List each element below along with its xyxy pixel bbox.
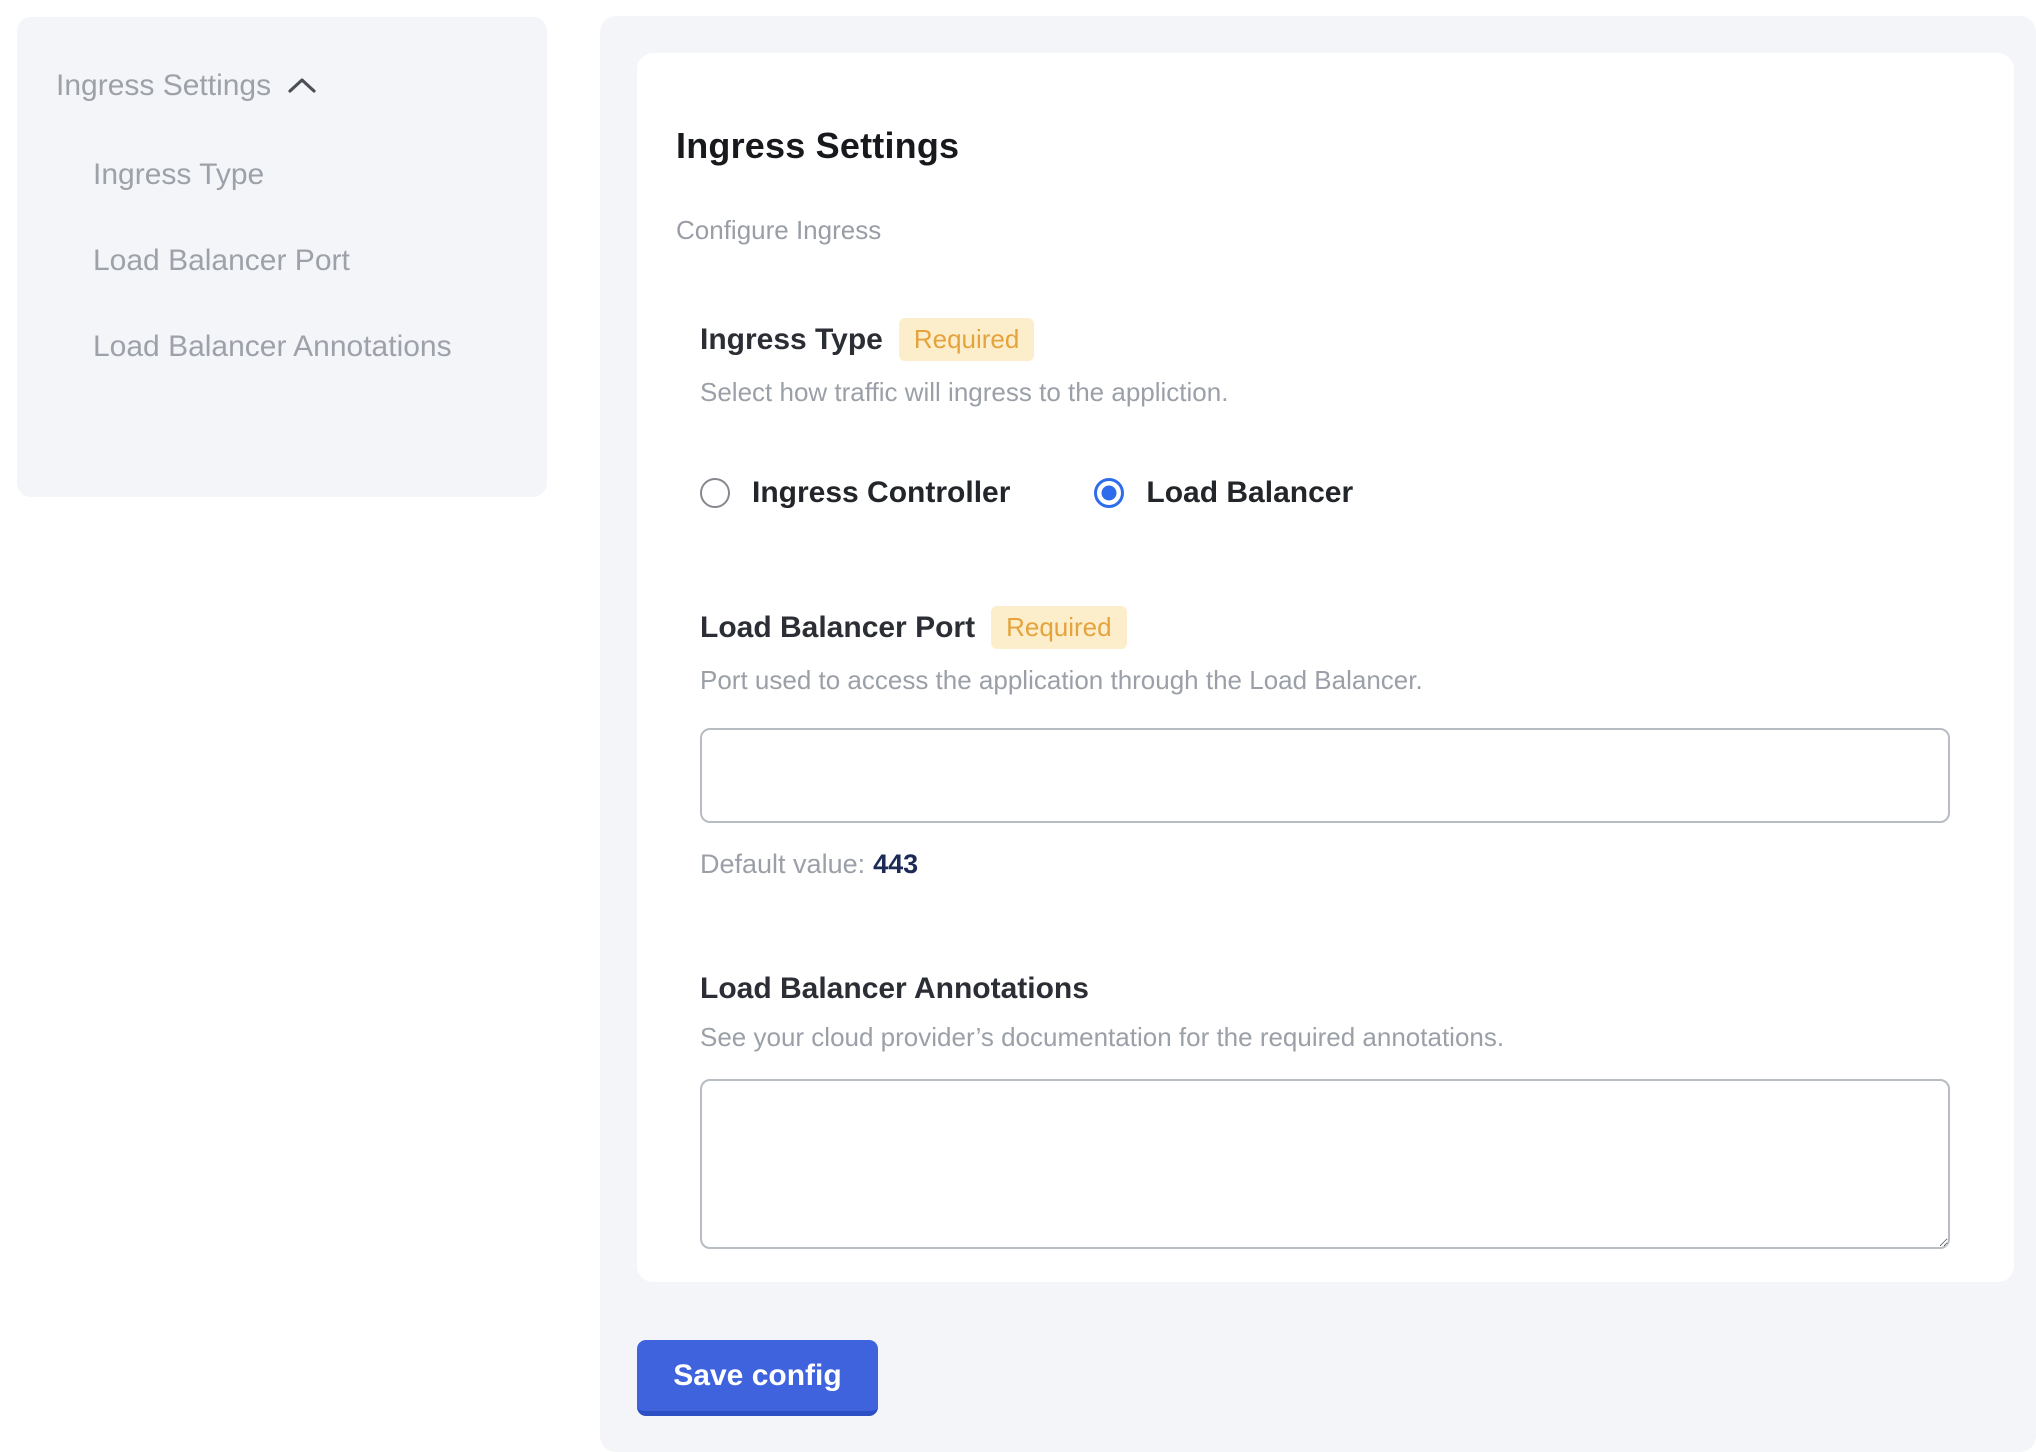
lb-annotations-label: Load Balancer Annotations	[700, 972, 1089, 1006]
lb-port-label: Load Balancer Port	[700, 611, 975, 645]
radio-ingress-controller-label: Ingress Controller	[752, 476, 1010, 510]
lb-port-description: Port used to access the application thro…	[700, 665, 1950, 696]
radio-checked-icon[interactable]	[1094, 478, 1124, 508]
ingress-settings-card: Ingress Settings Configure Ingress Ingre…	[637, 53, 2014, 1282]
fields-container: Ingress Type Required Select how traffic…	[700, 318, 1950, 1249]
ingress-type-label: Ingress Type	[700, 323, 883, 357]
save-config-button[interactable]: Save config	[637, 1340, 878, 1416]
sidebar-item-ingress-settings[interactable]: Ingress Settings	[56, 69, 517, 103]
chevron-up-icon[interactable]	[287, 76, 317, 96]
radio-ingress-controller[interactable]: Ingress Controller	[700, 476, 1010, 510]
radio-load-balancer-label: Load Balancer	[1146, 476, 1353, 510]
lb-port-label-row: Load Balancer Port Required	[700, 606, 1950, 649]
radio-load-balancer[interactable]: Load Balancer	[1094, 476, 1353, 510]
ingress-type-radio-group: Ingress Controller Load Balancer	[700, 476, 1950, 510]
default-value: 443	[873, 849, 918, 879]
field-load-balancer-annotations: Load Balancer Annotations See your cloud…	[700, 972, 1950, 1249]
sidebar-parent-label: Ingress Settings	[56, 69, 271, 103]
settings-panel: Ingress Settings Configure Ingress Ingre…	[600, 16, 2036, 1452]
lb-port-default-line: Default value: 443	[700, 849, 1950, 880]
radio-unchecked-icon[interactable]	[700, 478, 730, 508]
default-value-label: Default value:	[700, 849, 865, 879]
page: Ingress Settings Ingress Type Load Balan…	[0, 0, 2036, 1452]
required-badge: Required	[899, 318, 1035, 361]
page-title: Ingress Settings	[676, 125, 1950, 167]
sidebar-item-load-balancer-annotations[interactable]: Load Balancer Annotations	[93, 317, 463, 377]
sidebar-sub-list: Ingress Type Load Balancer Port Load Bal…	[93, 145, 517, 377]
page-subtitle: Configure Ingress	[676, 215, 1950, 246]
lb-annotations-label-row: Load Balancer Annotations	[700, 972, 1950, 1006]
field-load-balancer-port: Load Balancer Port Required Port used to…	[700, 606, 1950, 880]
lb-annotations-description: See your cloud provider’s documentation …	[700, 1022, 1950, 1053]
required-badge: Required	[991, 606, 1127, 649]
load-balancer-annotations-textarea[interactable]	[700, 1079, 1950, 1249]
ingress-type-label-row: Ingress Type Required	[700, 318, 1950, 361]
sidebar-item-load-balancer-port[interactable]: Load Balancer Port	[93, 231, 463, 291]
config-nav-sidebar: Ingress Settings Ingress Type Load Balan…	[17, 17, 547, 497]
sidebar-item-ingress-type[interactable]: Ingress Type	[93, 145, 463, 205]
field-ingress-type: Ingress Type Required Select how traffic…	[700, 318, 1950, 510]
load-balancer-port-input[interactable]	[700, 728, 1950, 823]
ingress-type-description: Select how traffic will ingress to the a…	[700, 377, 1950, 408]
